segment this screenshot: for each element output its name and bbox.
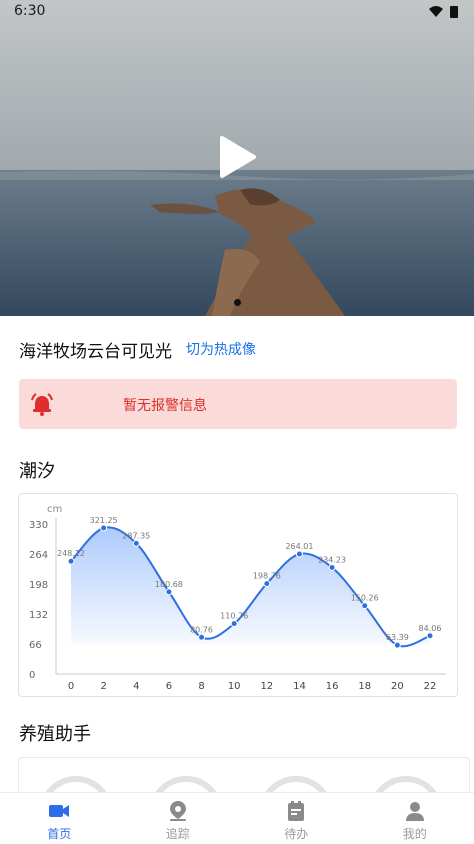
data-point <box>295 550 303 558</box>
y-tick-label: 0 <box>29 670 35 681</box>
camera-title: 海洋牧场云台可见光 <box>19 341 172 362</box>
alarm-text: 暂无报警信息 <box>123 398 207 414</box>
y-axis-label: cm <box>47 504 62 515</box>
nav-tracking-label: 追踪 <box>165 827 190 841</box>
data-label: 150.26 <box>351 594 379 603</box>
nav-todo[interactable]: 待办 <box>237 793 356 844</box>
wifi-icon <box>429 6 443 17</box>
data-label: 248.12 <box>57 549 85 558</box>
user-profile-icon <box>405 802 424 821</box>
data-point <box>393 641 401 649</box>
todo-list-icon <box>288 801 305 821</box>
status-bar: 6:30 <box>0 0 474 24</box>
data-point <box>100 524 108 532</box>
play-button[interactable] <box>214 134 260 180</box>
data-label: 180.68 <box>155 580 183 589</box>
farm-assistant-title: 养殖助手 <box>19 724 91 745</box>
nav-home-label: 首页 <box>47 827 72 841</box>
x-tick-label: 12 <box>260 681 273 692</box>
x-tick-label: 22 <box>424 681 437 692</box>
data-label: 321.25 <box>90 516 118 525</box>
status-time: 6:30 <box>14 3 46 19</box>
x-tick-label: 18 <box>358 681 371 692</box>
x-tick-label: 20 <box>391 681 404 692</box>
nav-todo-label: 待办 <box>284 827 309 841</box>
camera-video-preview[interactable]: 6:30 <box>0 0 474 316</box>
data-point <box>132 539 140 547</box>
y-tick-label: 132 <box>29 610 48 621</box>
data-label: 198.76 <box>253 572 281 581</box>
data-label: 84.06 <box>419 624 442 633</box>
x-tick-label: 0 <box>68 681 74 692</box>
battery-icon <box>450 6 458 18</box>
tide-chart: cm 330 264 198 132 66 0 0 2 4 6 8 10 12 14 16 18 20 22 248.… <box>29 504 446 692</box>
y-tick-label: 264 <box>29 550 48 561</box>
play-icon <box>220 136 256 178</box>
data-point <box>426 632 434 640</box>
data-point <box>328 564 336 572</box>
tide-chart-card: cm 330 264 198 132 66 0 0 2 4 6 8 10 12 14 16 18 20 22 248.… <box>18 493 458 697</box>
tide-section-title: 潮汐 <box>19 461 55 482</box>
y-tick-label: 330 <box>29 520 48 531</box>
status-icons <box>428 4 462 23</box>
data-label: 287.35 <box>122 531 150 540</box>
y-tick-label: 66 <box>29 640 42 651</box>
x-tick-label: 14 <box>293 681 306 692</box>
x-tick-label: 10 <box>228 681 241 692</box>
switch-thermal-link[interactable]: 切为热成像 <box>186 339 256 359</box>
bottom-nav: 首页 追踪 待办 我的 <box>0 792 474 844</box>
x-tick-label: 6 <box>166 681 172 692</box>
data-point <box>361 602 369 610</box>
alarm-banner: 暂无报警信息 <box>19 379 457 429</box>
data-label: 110.76 <box>220 612 248 621</box>
data-point <box>230 620 238 628</box>
x-tick-label: 4 <box>133 681 139 692</box>
data-point <box>165 588 173 596</box>
data-label: 264.01 <box>285 542 313 551</box>
data-label: 234.23 <box>318 556 346 565</box>
camera-title-row: 海洋牧场云台可见光 切为热成像 <box>19 336 256 362</box>
carousel-indicator <box>234 299 241 306</box>
data-label: 63.39 <box>386 633 409 642</box>
data-label: 80.76 <box>190 625 213 634</box>
tide-area <box>71 527 430 647</box>
x-tick-label: 8 <box>198 681 204 692</box>
nav-home[interactable]: 首页 <box>0 793 119 844</box>
x-tick-label: 2 <box>100 681 106 692</box>
data-point <box>67 557 75 565</box>
nav-profile[interactable]: 我的 <box>356 793 474 844</box>
video-camera-icon <box>49 805 70 817</box>
alarm-bell-icon <box>31 393 53 416</box>
data-point <box>263 580 271 588</box>
location-pin-icon <box>169 801 186 821</box>
farm-assistant-card <box>18 757 470 797</box>
nav-tracking[interactable]: 追踪 <box>119 793 238 844</box>
y-tick-label: 198 <box>29 580 48 591</box>
data-point <box>198 633 206 641</box>
x-tick-label: 16 <box>326 681 339 692</box>
nav-profile-label: 我的 <box>402 827 427 841</box>
